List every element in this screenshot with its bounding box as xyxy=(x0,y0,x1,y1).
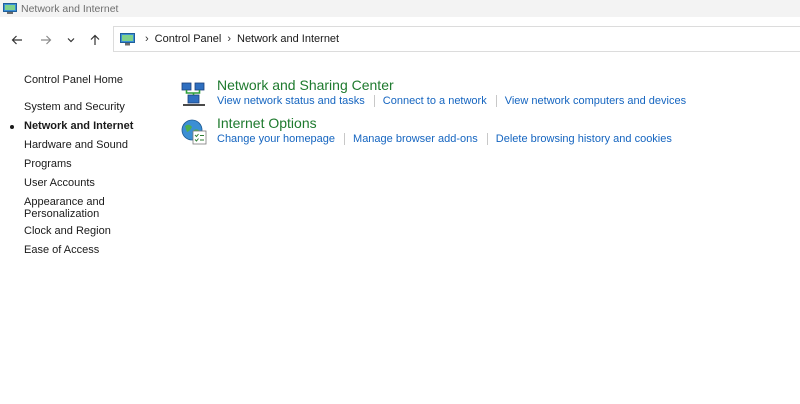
nav-network-and-internet[interactable]: Network and Internet xyxy=(24,120,144,132)
nav-ease-of-access[interactable]: Ease of Access xyxy=(24,244,144,256)
internet-options-title[interactable]: Internet Options xyxy=(217,115,317,131)
nav-user-accounts[interactable]: User Accounts xyxy=(24,177,144,189)
nav-clock-and-region[interactable]: Clock and Region xyxy=(24,225,144,237)
navigation-bar: › Control Panel › Network and Internet xyxy=(0,25,800,54)
nav-programs[interactable]: Programs xyxy=(24,158,144,170)
arrow-up-icon xyxy=(90,34,100,45)
chevron-right-icon: › xyxy=(227,33,231,45)
title-bar: Network and Internet xyxy=(0,0,800,17)
link-change-homepage[interactable]: Change your homepage xyxy=(217,133,335,145)
active-item-bullet xyxy=(10,125,14,129)
nav-control-panel-home[interactable]: Control Panel Home xyxy=(24,74,144,86)
chevron-right-icon: › xyxy=(145,33,149,45)
breadcrumb-network-and-internet[interactable]: Network and Internet xyxy=(237,33,339,45)
up-button[interactable] xyxy=(84,29,106,51)
address-bar[interactable]: › Control Panel › Network and Internet xyxy=(113,26,800,52)
back-button[interactable] xyxy=(6,29,28,51)
network-and-sharing-center-title[interactable]: Network and Sharing Center xyxy=(217,77,394,93)
link-divider xyxy=(344,133,346,145)
nav-hardware-and-sound[interactable]: Hardware and Sound xyxy=(24,139,144,151)
link-divider xyxy=(486,133,488,145)
nav-system-and-security[interactable]: System and Security xyxy=(24,101,144,113)
link-connect-to-network[interactable]: Connect to a network xyxy=(383,95,487,107)
arrow-right-icon xyxy=(41,35,52,45)
internet-options-icon xyxy=(181,119,207,145)
link-manage-add-ons[interactable]: Manage browser add-ons xyxy=(353,133,478,145)
chevron-down-icon xyxy=(67,38,75,43)
control-panel-app-icon xyxy=(3,2,17,14)
link-view-network-computers[interactable]: View network computers and devices xyxy=(505,95,686,107)
breadcrumb-control-panel[interactable]: Control Panel xyxy=(155,33,222,45)
recent-locations-button[interactable] xyxy=(60,29,82,51)
control-panel-location-icon xyxy=(120,32,135,45)
link-divider xyxy=(495,95,497,107)
link-divider xyxy=(373,95,375,107)
nav-appearance-and-personalization[interactable]: Appearance and Personalization xyxy=(24,196,120,220)
link-view-network-status[interactable]: View network status and tasks xyxy=(217,95,365,107)
network-and-sharing-center-links: View network status and tasks Connect to… xyxy=(217,95,686,107)
forward-button[interactable] xyxy=(35,29,57,51)
internet-options-links: Change your homepage Manage browser add-… xyxy=(217,133,672,145)
link-delete-browsing-history[interactable]: Delete browsing history and cookies xyxy=(496,133,672,145)
arrow-left-icon xyxy=(11,35,22,45)
network-sharing-icon xyxy=(181,82,205,106)
window-title: Network and Internet xyxy=(21,2,119,15)
